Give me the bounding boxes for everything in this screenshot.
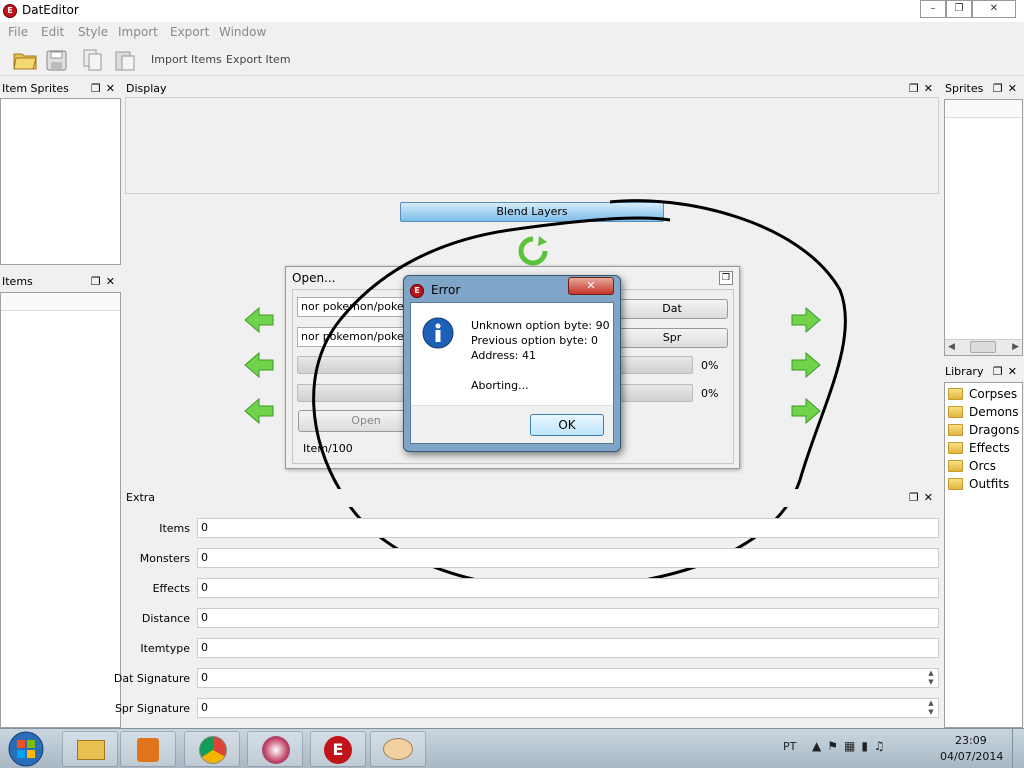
effects-field[interactable]: 0 [197,578,939,598]
library-item[interactable]: Demons [948,403,1019,421]
dock-float-close-icon[interactable]: ❐✕ [91,273,120,291]
title-bar: E DatEditor – ❐ ✕ [0,0,1024,22]
swirl-app-taskbar-icon[interactable] [247,731,303,767]
maximize-button[interactable]: ❐ [946,0,972,18]
items-label: Items [159,522,190,535]
folder-icon [948,388,963,400]
display-area [125,97,939,194]
library-dock-title: Library ❐✕ [943,363,1024,381]
folder-icon [948,424,963,436]
itemtype-field[interactable]: 0 [197,638,939,658]
window-title: DatEditor [22,3,79,17]
explorer-taskbar-icon[interactable] [62,731,118,767]
menu-file[interactable]: File [8,25,28,39]
export-item-button[interactable]: Export Item [226,53,291,66]
spr-signature-label: Spr Signature [114,702,190,715]
menu-window[interactable]: Window [219,25,266,39]
chrome-taskbar-icon[interactable] [184,731,240,767]
effects-label: Effects [152,582,190,595]
monsters-label: Monsters [139,552,190,565]
dat-signature-field[interactable]: 0 [197,668,939,688]
app-icon: E [3,4,17,18]
dock-float-close-icon[interactable]: ❐✕ [909,489,938,507]
library-item[interactable]: Effects [948,439,1010,457]
clock-time[interactable]: 23:09 [955,734,987,747]
dat-signature-spinner[interactable]: ▲ ▼ [924,669,938,687]
close-button[interactable]: ✕ [972,0,1016,18]
item-sprites-panel[interactable] [0,98,121,265]
sprites-dock-title: Sprites ❐✕ [943,80,1024,98]
dateditor-taskbar-icon[interactable]: E [310,731,366,767]
items-field[interactable]: 0 [197,518,939,538]
itemtype-label: Itemtype [140,642,190,655]
folder-icon [948,442,963,454]
clock-date[interactable]: 04/07/2014 [940,750,1003,763]
dock-float-close-icon[interactable]: ❐✕ [993,80,1022,98]
arrow-left-icon[interactable] [243,306,275,334]
library-item[interactable]: Outfits [948,475,1009,493]
hand-drawn-circle [312,199,847,591]
item-sprites-dock-title: Item Sprites ❐✕ [0,80,122,98]
open-folder-icon[interactable] [12,48,38,72]
paint-taskbar-icon[interactable] [370,731,426,767]
arrow-left-icon[interactable] [243,351,275,379]
show-desktop-button[interactable] [1012,729,1024,768]
menu-edit[interactable]: Edit [41,25,64,39]
spr-signature-field[interactable]: 0 [197,698,939,718]
menu-style[interactable]: Style [78,25,108,39]
folder-icon [948,460,963,472]
media-player-taskbar-icon[interactable] [120,731,176,767]
library-item[interactable]: Corpses [948,385,1017,403]
sprites-panel[interactable]: ◀ ▶ [944,99,1023,356]
folder-icon [948,406,963,418]
menu-bar: File Edit Style Import Export Window [0,22,1024,42]
library-item[interactable]: Orcs [948,457,996,475]
distance-field[interactable]: 0 [197,608,939,628]
paste-icon[interactable] [112,48,138,72]
folder-icon [948,478,963,490]
tray-icons[interactable]: ▲⚑▦▮♫ [812,739,891,753]
display-dock-title: Display ❐✕ [124,80,940,98]
dock-float-close-icon[interactable]: ❐✕ [909,80,938,98]
library-item[interactable]: Dragons [948,421,1019,439]
items-panel[interactable] [0,292,121,728]
dock-float-close-icon[interactable]: ❐✕ [993,363,1022,381]
copy-icon[interactable] [80,48,106,72]
dat-signature-label: Dat Signature [113,672,190,685]
menu-import[interactable]: Import [118,25,158,39]
items-dock-title: Items ❐✕ [0,273,122,291]
distance-label: Distance [141,612,190,625]
taskbar: E PT ▲⚑▦▮♫ 23:09 04/07/2014 [0,728,1024,768]
spr-signature-spinner[interactable]: ▲ ▼ [924,699,938,717]
toolbar: Import Items Export Item [0,43,1024,76]
arrow-left-icon[interactable] [243,397,275,425]
minimize-button[interactable]: – [920,0,946,18]
sprites-scrollbar[interactable]: ◀ ▶ [945,339,1022,355]
menu-export[interactable]: Export [170,25,209,39]
import-items-button[interactable]: Import Items [151,53,222,66]
dock-float-close-icon[interactable]: ❐✕ [91,80,120,98]
language-indicator[interactable]: PT [783,740,796,753]
start-button[interactable] [4,730,48,768]
extra-dock-title: Extra ❐✕ [124,489,940,507]
monsters-field[interactable]: 0 [197,548,939,568]
save-icon[interactable] [44,48,70,72]
